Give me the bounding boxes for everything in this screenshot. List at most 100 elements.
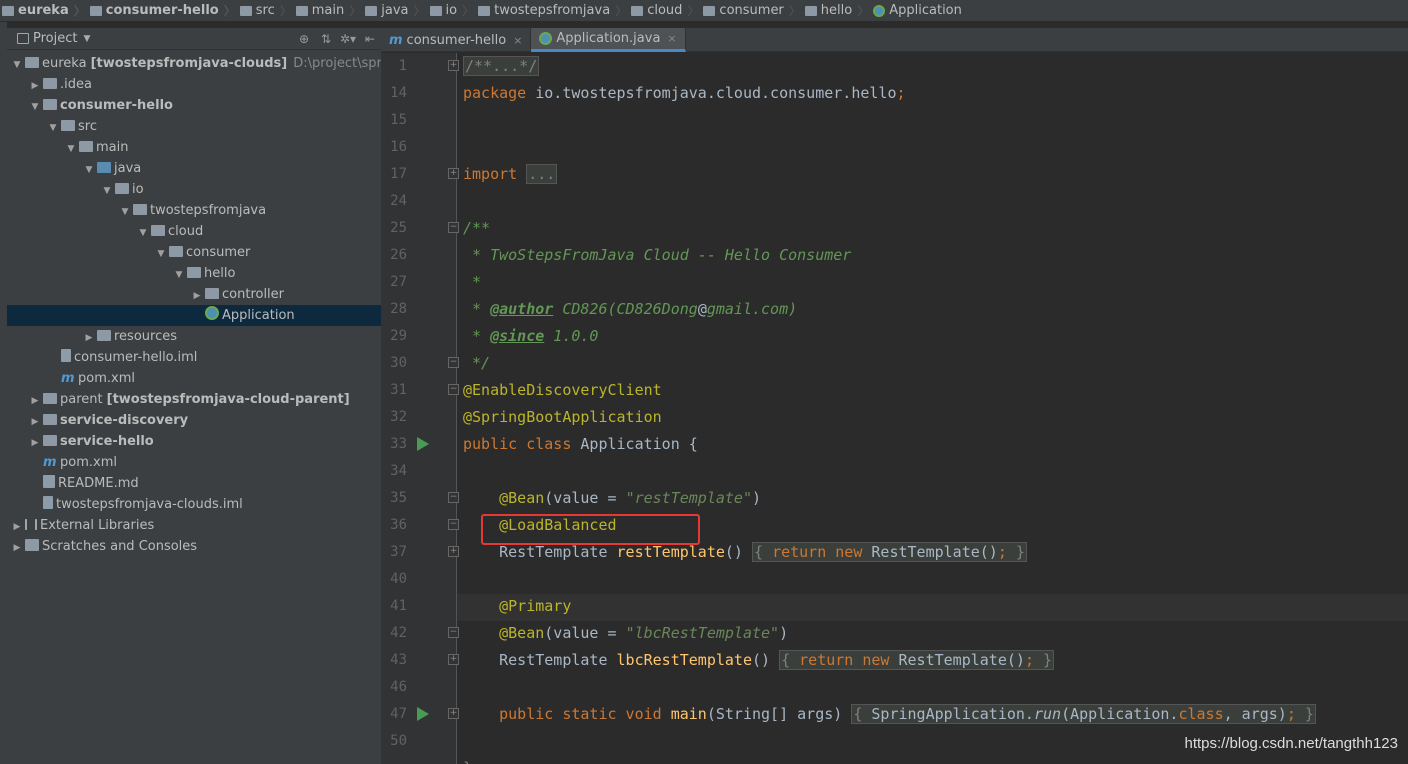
tree-item[interactable]: ▼ eureka [twostepsfromjava-clouds] D:\proje… — [7, 53, 423, 76]
collapsed-arrow-icon[interactable]: ▶ — [191, 286, 203, 307]
folded-header-comment[interactable]: /**...*/ — [463, 56, 540, 76]
tree-item[interactable]: ▶ Scratches and Consoles — [7, 536, 381, 557]
breadcrumb-item[interactable]: consumer-hello 〉 — [89, 0, 240, 21]
expanded-arrow-icon[interactable]: ▼ — [173, 265, 185, 286]
code-line-17[interactable]: import ... — [463, 161, 558, 188]
code-line-33[interactable]: public class Application { — [463, 431, 698, 458]
code-line-32[interactable]: @SpringBootApplication — [463, 404, 662, 431]
tree-item[interactable]: README.md — [7, 473, 381, 494]
expanded-arrow-icon[interactable]: ▼ — [29, 97, 41, 118]
run-gutter-icon[interactable] — [417, 707, 429, 721]
tree-item[interactable]: ▼ consumer — [7, 242, 381, 263]
expanded-arrow-icon[interactable]: ▼ — [101, 181, 113, 202]
code-line-14[interactable]: package io.twostepsfromjava.cloud.consum… — [463, 80, 906, 107]
tree-item[interactable]: ▶ External Libraries — [7, 515, 381, 536]
chevron-down-icon[interactable]: ▼ — [83, 34, 90, 44]
collapse-fold-icon[interactable]: − — [448, 384, 459, 395]
collapsed-arrow-icon[interactable]: ▶ — [29, 412, 41, 433]
tree-item[interactable]: ▶ parent [twostepsfromjava-cloud-parent] — [7, 389, 381, 410]
tree-item[interactable]: ▼ io — [7, 179, 381, 200]
code-line-41[interactable]: @Primary — [463, 593, 571, 620]
code-line-29[interactable]: * @since 1.0.0 — [463, 323, 598, 350]
folded-imports[interactable]: ... — [526, 164, 558, 184]
tree-item[interactable]: ▶ service-discovery — [7, 410, 381, 431]
breadcrumb-item[interactable]: eureka 〉 — [2, 0, 90, 21]
collapse-fold-icon[interactable]: − — [448, 492, 459, 503]
tree-item[interactable]: ▼ main — [7, 137, 381, 158]
tree-item[interactable]: ▼ twostepsfromjava — [7, 200, 381, 221]
close-icon[interactable]: × — [667, 32, 676, 45]
collapse-fold-icon[interactable]: − — [448, 357, 459, 368]
expand-fold-icon[interactable]: + — [448, 60, 459, 71]
code-line-25[interactable]: /** — [463, 215, 490, 242]
expand-fold-icon[interactable]: + — [448, 168, 459, 179]
editor-tab[interactable]: m consumer-hello × — [381, 28, 532, 52]
code-line-43[interactable]: RestTemplate lbcRestTemplate() { return … — [463, 647, 1055, 674]
code-line-35[interactable]: @Bean(value = "restTemplate") — [463, 485, 761, 512]
code-line-31[interactable]: @EnableDiscoveryClient — [463, 377, 662, 404]
editor-tab[interactable]: Application.java × — [531, 28, 686, 52]
breadcrumb-item[interactable]: twostepsfromjava 〉 — [478, 0, 631, 21]
collapsed-arrow-icon[interactable]: ▶ — [29, 76, 41, 97]
breadcrumb-item[interactable]: Application — [873, 0, 966, 21]
expand-fold-icon[interactable]: + — [448, 708, 459, 719]
folded-method-body[interactable]: { return new RestTemplate(); } — [752, 542, 1027, 562]
tree-item[interactable]: ▶ .idea — [7, 74, 381, 95]
collapse-all-icon[interactable]: ⇅ — [315, 32, 337, 46]
collapsed-arrow-icon[interactable]: ▶ — [29, 433, 41, 454]
project-panel-title[interactable]: Project — [33, 31, 77, 46]
expanded-arrow-icon[interactable]: ▼ — [119, 202, 131, 223]
collapse-fold-icon[interactable]: − — [448, 627, 459, 638]
tree-item[interactable]: consumer-hello.iml — [7, 347, 381, 368]
collapse-fold-icon[interactable]: − — [448, 222, 459, 233]
expanded-arrow-icon[interactable]: ▼ — [155, 244, 167, 265]
tree-item[interactable]: m pom.xml — [7, 452, 381, 473]
close-icon[interactable]: × — [513, 34, 522, 47]
collapse-fold-icon[interactable]: − — [448, 519, 459, 530]
collapsed-arrow-icon[interactable]: ▶ — [83, 328, 95, 349]
breadcrumb-item[interactable]: cloud 〉 — [631, 0, 703, 21]
code-line-1[interactable]: /**...*/ — [463, 53, 540, 80]
tree-item[interactable]: ▶ resources — [7, 326, 381, 347]
breadcrumb-item[interactable]: consumer 〉 — [703, 0, 804, 21]
code-line-30[interactable]: */ — [463, 350, 490, 377]
locate-icon[interactable]: ⊕ — [293, 32, 315, 46]
hide-panel-icon[interactable]: ⇤ — [359, 32, 381, 46]
code-line-28[interactable]: * @author CD826(CD826Dong@gmail.com) — [463, 296, 797, 323]
collapsed-arrow-icon[interactable]: ▶ — [11, 517, 23, 538]
expand-fold-icon[interactable]: + — [448, 654, 459, 665]
gear-icon[interactable]: ✲▾ — [337, 32, 359, 46]
expanded-arrow-icon[interactable]: ▼ — [11, 55, 23, 76]
tree-item[interactable]: ▶ service-hello — [7, 431, 381, 452]
tree-item[interactable]: ▼ src — [7, 116, 381, 137]
breadcrumb-item[interactable]: hello 〉 — [804, 0, 873, 21]
code-line-51[interactable]: } — [463, 755, 472, 764]
tree-item[interactable]: Application — [7, 305, 381, 326]
tree-item[interactable]: ▼ java — [7, 158, 381, 179]
tree-item[interactable]: m pom.xml — [7, 368, 381, 389]
run-gutter-icon[interactable] — [417, 437, 429, 451]
collapsed-arrow-icon[interactable]: ▶ — [11, 538, 23, 559]
breadcrumb-item[interactable]: src 〉 — [239, 0, 296, 21]
tree-item[interactable]: ▼ cloud — [7, 221, 381, 242]
breadcrumb-item[interactable]: java 〉 — [365, 0, 429, 21]
expanded-arrow-icon[interactable]: ▼ — [83, 160, 95, 181]
expand-fold-icon[interactable]: + — [448, 546, 459, 557]
tree-item[interactable]: ▼ hello — [7, 263, 381, 284]
tree-item[interactable]: twostepsfromjava-clouds.iml — [7, 494, 381, 515]
tree-item[interactable]: ▼ consumer-hello — [7, 95, 381, 116]
folded-method-body[interactable]: { SpringApplication.run(Application.clas… — [851, 704, 1316, 724]
tree-item-label: java — [114, 161, 142, 176]
breadcrumb-item[interactable]: io 〉 — [429, 0, 479, 21]
expanded-arrow-icon[interactable]: ▼ — [65, 139, 77, 160]
code-line-27[interactable]: * — [463, 269, 481, 296]
collapsed-arrow-icon[interactable]: ▶ — [29, 391, 41, 412]
code-line-47[interactable]: public static void main(String[] args) {… — [463, 701, 1316, 728]
expanded-arrow-icon[interactable]: ▼ — [47, 118, 59, 139]
folded-method-body[interactable]: { return new RestTemplate(); } — [779, 650, 1055, 670]
expanded-arrow-icon[interactable]: ▼ — [137, 223, 149, 244]
code-line-26[interactable]: * TwoStepsFromJava Cloud -- Hello Consum… — [463, 242, 851, 269]
code-line-42[interactable]: @Bean(value = "lbcRestTemplate") — [463, 620, 788, 647]
tree-item[interactable]: ▶ controller — [7, 284, 381, 305]
breadcrumb-item[interactable]: main 〉 — [295, 0, 366, 21]
